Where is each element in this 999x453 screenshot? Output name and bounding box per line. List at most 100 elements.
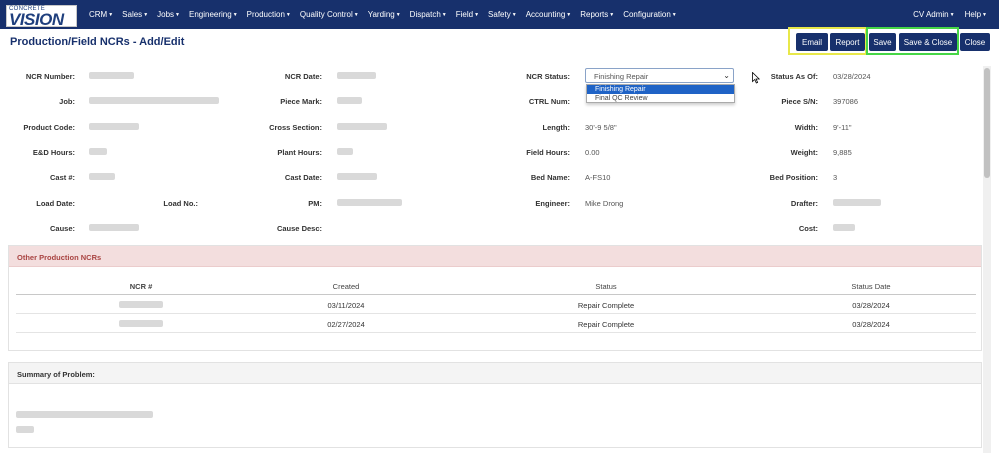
weight-label: Weight:	[790, 148, 818, 157]
concrete-vision-logo[interactable]: CONCRETE VISION	[6, 5, 77, 29]
field-hours-value: 0.00	[585, 148, 600, 157]
engineer-value: Mike Drong	[585, 199, 624, 208]
chevron-down-icon: ▼	[982, 12, 987, 18]
piece-mark-value	[337, 97, 362, 104]
main-menu: CRM▼ Sales▼ Jobs▼ Engineering▼ Productio…	[89, 10, 686, 19]
pm-value	[337, 199, 402, 206]
chevron-down-icon: ▼	[395, 12, 401, 18]
ncr-status-select[interactable]: Finishing Repair ⌄	[585, 68, 734, 83]
email-button[interactable]: Email	[796, 33, 828, 51]
page-title: Production/Field NCRs - Add/Edit	[10, 36, 185, 48]
status-date-cell: 03/28/2024	[852, 320, 890, 329]
nav-configuration[interactable]: Configuration▼	[623, 10, 677, 19]
ctrl-num-label: CTRL Num:	[528, 97, 570, 106]
cast-num-label: Cast #:	[49, 173, 75, 182]
cast-date-value	[337, 173, 377, 180]
nav-quality-control[interactable]: Quality Control▼	[300, 10, 359, 19]
ncr-status-dropdown: Finishing Repair Final QC Review	[586, 84, 735, 103]
logo-main-text: VISION	[9, 10, 64, 29]
status-cell: Repair Complete	[577, 320, 635, 329]
chevron-down-icon: ▼	[108, 12, 114, 18]
bed-position-value: 3	[833, 173, 838, 182]
length-label: Length:	[542, 123, 571, 132]
ed-hours-label: E&D Hours:	[32, 148, 75, 157]
product-code-label: Product Code:	[23, 123, 75, 132]
chevron-down-icon: ▼	[474, 12, 480, 18]
page-scrollbar[interactable]	[983, 66, 991, 453]
nav-safety[interactable]: Safety▼	[488, 10, 517, 19]
col-ncr-num[interactable]: NCR #	[16, 282, 266, 291]
col-status-date[interactable]: Status Date	[786, 282, 956, 291]
ncr-number-value	[89, 72, 134, 79]
cast-num-value	[89, 173, 115, 180]
status-cell: Repair Complete	[577, 301, 635, 310]
nav-production[interactable]: Production▼	[247, 10, 291, 19]
nav-dispatch[interactable]: Dispatch▼	[410, 10, 447, 19]
summary-panel: Summary of Problem:	[8, 362, 982, 448]
nav-crm[interactable]: CRM▼	[89, 10, 113, 19]
nav-field[interactable]: Field▼	[456, 10, 479, 19]
chevron-down-icon: ▼	[949, 12, 955, 18]
nav-sales[interactable]: Sales▼	[122, 10, 148, 19]
piece-sn-label: Piece S/N:	[781, 97, 818, 106]
table-row[interactable]: 03/11/2024 Repair Complete 03/28/2024	[16, 295, 976, 314]
cause-desc-label: Cause Desc:	[276, 224, 322, 233]
ncr-num-link[interactable]	[119, 320, 163, 327]
bed-name-value: A-FS10	[585, 173, 611, 182]
piece-sn-value: 397086	[833, 97, 859, 106]
nav-yarding[interactable]: Yarding▼	[368, 10, 401, 19]
option-finishing-repair[interactable]: Finishing Repair	[587, 85, 734, 94]
nav-engineering[interactable]: Engineering▼	[189, 10, 238, 19]
chevron-down-icon: ▼	[566, 12, 572, 18]
option-final-qc-review[interactable]: Final QC Review	[587, 94, 734, 103]
product-code-value	[89, 123, 139, 130]
close-button[interactable]: Close	[960, 33, 990, 51]
ncr-number-label: NCR Number:	[25, 72, 75, 81]
save-button[interactable]: Save	[869, 33, 896, 51]
cross-section-value	[337, 123, 387, 130]
chevron-down-icon: ▼	[175, 12, 180, 18]
cross-section-label: Cross Section:	[269, 123, 322, 132]
scrollbar-thumb[interactable]	[984, 68, 990, 178]
nav-accounting[interactable]: Accounting▼	[526, 10, 572, 19]
nav-help[interactable]: Help▼	[965, 10, 987, 19]
top-navbar: CONCRETE VISION CRM▼ Sales▼ Jobs▼ Engine…	[0, 0, 999, 29]
width-value: 9'-11"	[833, 123, 852, 132]
cost-value	[833, 224, 855, 231]
field-hours-label: Field Hours:	[526, 148, 570, 157]
table-row[interactable]: 02/27/2024 Repair Complete 03/28/2024	[16, 314, 976, 333]
nav-reports[interactable]: Reports▼	[580, 10, 614, 19]
bed-name-label: Bed Name:	[530, 173, 570, 182]
summary-text-line	[16, 426, 34, 433]
summary-text-line	[16, 411, 153, 418]
weight-value: 9,885	[833, 148, 852, 157]
load-no-label: Load No.:	[163, 199, 198, 208]
table-header: NCR # Created Status Status Date	[16, 276, 976, 295]
ncr-date-value	[337, 72, 376, 79]
chevron-down-icon: ▼	[511, 12, 517, 18]
nav-jobs[interactable]: Jobs▼	[157, 10, 180, 19]
created-cell: 02/27/2024	[327, 320, 365, 329]
chevron-down-icon: ▼	[232, 12, 238, 18]
mouse-pointer-icon	[752, 72, 760, 84]
drafter-label: Drafter:	[790, 199, 818, 208]
other-ncrs-title: Other Production NCRs	[9, 246, 981, 267]
user-menu: CV Admin▼ Help▼	[903, 10, 987, 19]
cost-label: Cost:	[798, 224, 818, 233]
ed-hours-value	[89, 148, 107, 155]
chevron-down-icon: ▼	[285, 12, 291, 18]
ncr-num-link[interactable]	[119, 301, 163, 308]
plant-hours-value	[337, 148, 353, 155]
chevron-down-icon: ▼	[441, 12, 447, 18]
col-status[interactable]: Status	[496, 282, 716, 291]
chevron-down-icon: ⌄	[723, 71, 730, 80]
nav-user-cv-admin[interactable]: CV Admin▼	[913, 10, 955, 19]
ncr-status-label: NCR Status:	[526, 72, 570, 81]
save-and-close-button[interactable]: Save & Close	[899, 33, 957, 51]
report-button[interactable]: Report	[830, 33, 865, 51]
summary-title: Summary of Problem:	[9, 363, 981, 384]
ncr-status-selected: Finishing Repair	[594, 72, 649, 81]
other-ncrs-panel: Other Production NCRs NCR # Created Stat…	[8, 245, 982, 351]
pm-label: PM:	[308, 199, 322, 208]
col-created[interactable]: Created	[261, 282, 431, 291]
